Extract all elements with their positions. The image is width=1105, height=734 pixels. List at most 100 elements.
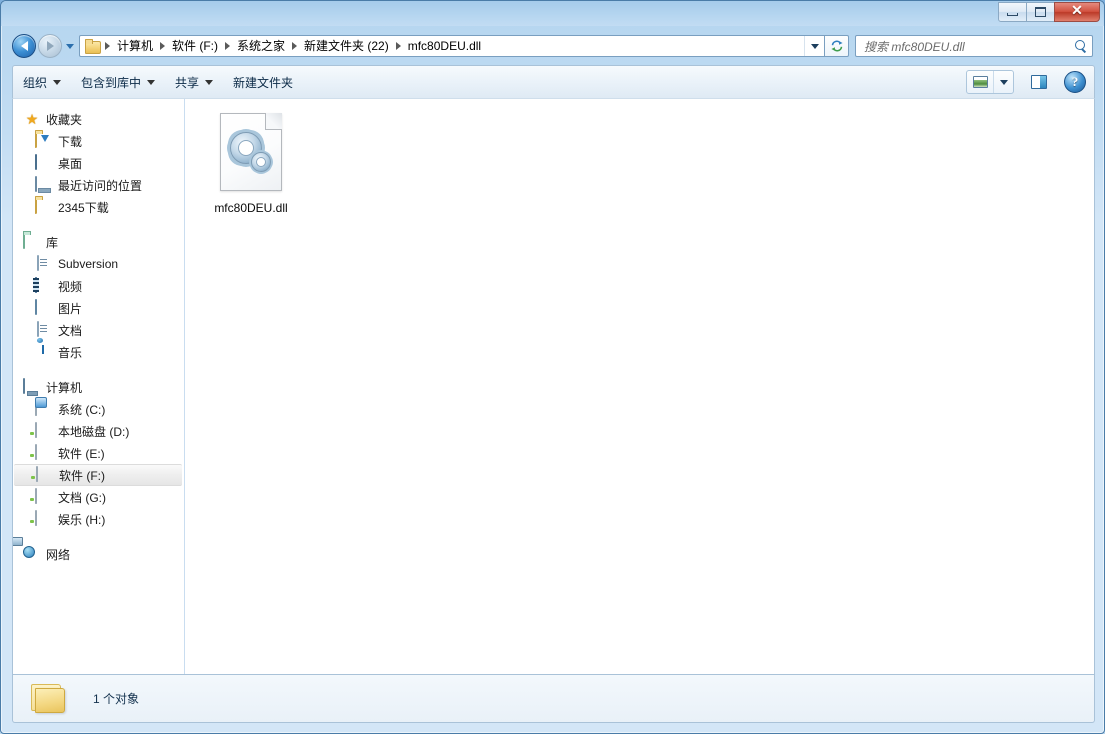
back-arrow-icon — [21, 41, 28, 51]
computer-icon — [23, 379, 41, 395]
sidebar-item-drive-g[interactable]: 文档 (G:) — [13, 486, 184, 508]
sidebar-item-label: 软件 (F:) — [59, 467, 105, 484]
organize-label: 组织 — [23, 74, 47, 91]
picture-icon — [35, 300, 53, 316]
sidebar-item-label: 软件 (E:) — [58, 445, 105, 462]
chevron-down-icon — [66, 44, 74, 49]
sidebar-group-label: 收藏夹 — [46, 111, 82, 128]
help-icon: ? — [1072, 74, 1079, 90]
sidebar-item-label: 娱乐 (H:) — [58, 511, 105, 528]
view-mode-dropdown-button[interactable] — [993, 71, 1013, 93]
search-input[interactable]: 搜索 mfc80DEU.dll — [864, 38, 1075, 55]
sidebar-item-label: 下载 — [58, 133, 82, 150]
sidebar-item-desktop[interactable]: 桌面 — [13, 152, 184, 174]
chevron-down-icon — [1000, 80, 1008, 85]
minimize-icon — [1007, 13, 1018, 16]
drive-icon — [35, 511, 53, 527]
sidebar-item-label: 2345下载 — [58, 199, 109, 216]
sidebar-item-recent-places[interactable]: 最近访问的位置 — [13, 174, 184, 196]
chevron-down-icon — [147, 80, 155, 85]
sidebar-group-label: 计算机 — [46, 379, 82, 396]
file-list-view[interactable]: mfc80DEU.dll — [185, 99, 1094, 674]
document-icon — [35, 256, 53, 272]
breadcrumb-item-4[interactable]: mfc80DEU.dll — [404, 36, 485, 56]
page-fold-icon — [265, 113, 282, 130]
breadcrumb-separator-icon — [105, 42, 110, 50]
sidebar-item-pictures[interactable]: 图片 — [13, 297, 184, 319]
sidebar-item-label: 图片 — [58, 300, 82, 317]
sidebar-item-downloads[interactable]: 下载 — [13, 130, 184, 152]
share-button[interactable]: 共享 — [165, 70, 223, 94]
sidebar-spacer — [13, 530, 184, 543]
breadcrumb-separator-icon — [160, 42, 165, 50]
breadcrumb-item-0[interactable]: 计算机 — [113, 36, 157, 56]
document-icon — [35, 322, 53, 338]
explorer-window: ✕ 计算机 软件 (F:) 系统之家 新建文件夹 (22) — [0, 0, 1105, 734]
minimize-button[interactable] — [998, 2, 1027, 22]
folder-icon — [85, 39, 101, 53]
address-bar[interactable]: 计算机 软件 (F:) 系统之家 新建文件夹 (22) mfc80DEU.dll — [79, 35, 825, 57]
sidebar-group-libraries[interactable]: 库 — [13, 231, 184, 253]
toolbar-right-group: ? — [966, 70, 1094, 94]
new-folder-label: 新建文件夹 — [233, 74, 293, 91]
star-icon: ★ — [23, 111, 41, 127]
help-button[interactable]: ? — [1064, 71, 1086, 93]
sidebar-item-drive-d[interactable]: 本地磁盘 (D:) — [13, 420, 184, 442]
network-icon — [23, 546, 41, 562]
sidebar-item-drive-f[interactable]: 软件 (F:) — [14, 464, 182, 486]
preview-pane-icon — [1031, 75, 1047, 89]
sidebar-group-favorites[interactable]: ★ 收藏夹 — [13, 108, 184, 130]
sidebar-spacer — [13, 363, 184, 376]
sidebar-group-network[interactable]: 网络 — [13, 543, 184, 565]
drive-icon — [35, 423, 53, 439]
view-mode-icon — [973, 76, 988, 88]
desktop-icon — [35, 155, 53, 171]
breadcrumb-separator-icon — [225, 42, 230, 50]
include-in-library-button[interactable]: 包含到库中 — [71, 70, 165, 94]
sidebar-item-drive-h[interactable]: 娱乐 (H:) — [13, 508, 184, 530]
breadcrumb-item-1[interactable]: 软件 (F:) — [168, 36, 222, 56]
sidebar-item-subversion[interactable]: Subversion — [13, 253, 184, 275]
search-icon — [1075, 40, 1088, 53]
music-icon — [35, 344, 53, 360]
sidebar-item-videos[interactable]: 视频 — [13, 275, 184, 297]
sidebar-item-drive-c[interactable]: 系统 (C:) — [13, 398, 184, 420]
close-button[interactable]: ✕ — [1054, 2, 1100, 22]
address-dropdown-button[interactable] — [804, 36, 824, 56]
sidebar-group-label: 网络 — [46, 546, 70, 563]
gear-icon — [251, 152, 271, 172]
window-controls: ✕ — [999, 2, 1100, 22]
maximize-button[interactable] — [1026, 2, 1055, 22]
sidebar-group-computer[interactable]: 计算机 — [13, 376, 184, 398]
refresh-button[interactable] — [825, 35, 849, 57]
new-folder-button[interactable]: 新建文件夹 — [223, 70, 303, 94]
drive-icon — [36, 467, 54, 483]
change-view-button[interactable] — [967, 71, 993, 93]
navigation-pane[interactable]: ★ 收藏夹 下载 桌面 最近访问的位置 2345下载 — [13, 99, 185, 674]
explorer-body: ★ 收藏夹 下载 桌面 最近访问的位置 2345下载 — [12, 98, 1095, 675]
sidebar-item-label: 系统 (C:) — [58, 401, 105, 418]
organize-button[interactable]: 组织 — [13, 70, 71, 94]
preview-pane-button[interactable] — [1026, 70, 1052, 94]
breadcrumb-item-2[interactable]: 系统之家 — [233, 36, 289, 56]
chevron-down-icon — [53, 80, 61, 85]
file-item[interactable]: mfc80DEU.dll — [197, 109, 305, 221]
share-label: 共享 — [175, 74, 199, 91]
title-bar: ✕ — [1, 1, 1104, 26]
history-dropdown-button[interactable] — [62, 34, 78, 58]
dll-file-icon — [220, 113, 282, 191]
sidebar-item-2345-downloads[interactable]: 2345下载 — [13, 196, 184, 218]
forward-arrow-icon — [47, 41, 54, 51]
forward-button[interactable] — [38, 34, 62, 58]
address-bar-row: 计算机 软件 (F:) 系统之家 新建文件夹 (22) mfc80DEU.dll — [1, 29, 1104, 63]
back-button[interactable] — [12, 34, 36, 58]
search-box[interactable]: 搜索 mfc80DEU.dll — [855, 35, 1093, 57]
breadcrumb-item-3[interactable]: 新建文件夹 (22) — [300, 36, 393, 56]
sidebar-spacer — [13, 218, 184, 231]
sidebar-item-drive-e[interactable]: 软件 (E:) — [13, 442, 184, 464]
sidebar-item-music[interactable]: 音乐 — [13, 341, 184, 363]
sidebar-item-label: 音乐 — [58, 344, 82, 361]
sidebar-item-label: 最近访问的位置 — [58, 177, 142, 194]
status-text: 1 个对象 — [93, 690, 139, 707]
maximize-icon — [1035, 7, 1046, 17]
